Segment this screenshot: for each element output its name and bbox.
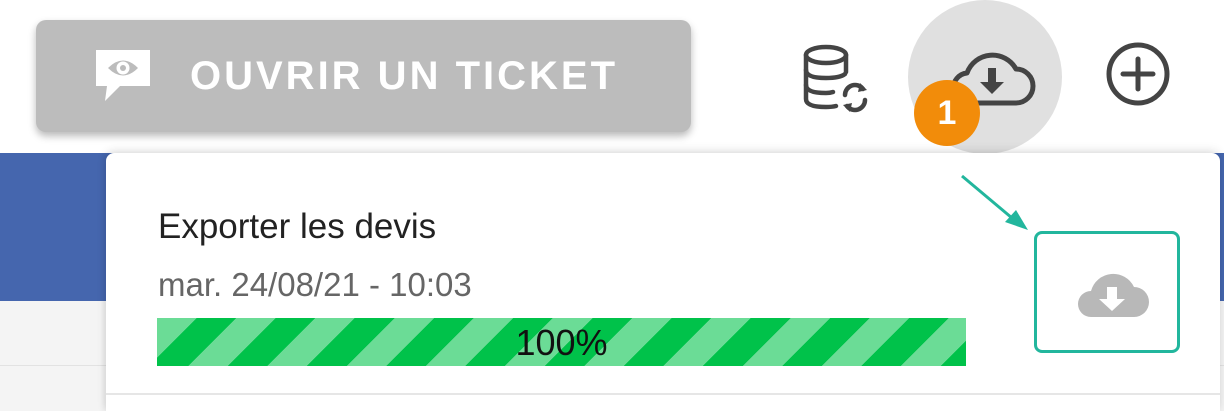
export-task-title: Exporter les devis: [158, 207, 437, 246]
export-task-timestamp: mar. 24/08/21 - 10:03: [158, 266, 472, 303]
download-export-button[interactable]: [1034, 231, 1180, 353]
database-sync-button[interactable]: [800, 42, 874, 114]
open-ticket-button[interactable]: OUVRIR UN TICKET: [36, 20, 691, 132]
cloud-download-icon: [1074, 269, 1150, 319]
export-dropdown-panel: Exporter les devis mar. 24/08/21 - 10:03…: [106, 153, 1220, 411]
database-sync-icon: [803, 44, 868, 113]
add-button[interactable]: [1104, 40, 1172, 108]
notification-count-badge: 1: [914, 80, 980, 146]
panel-divider: [106, 393, 1220, 395]
plus-circle-icon: [1106, 42, 1170, 106]
eye-speech-bubble-icon: [92, 44, 154, 106]
export-progress-bar: 100%: [157, 318, 966, 366]
export-progress-label: 100%: [515, 322, 608, 363]
open-ticket-label: OUVRIR UN TICKET: [190, 54, 618, 98]
